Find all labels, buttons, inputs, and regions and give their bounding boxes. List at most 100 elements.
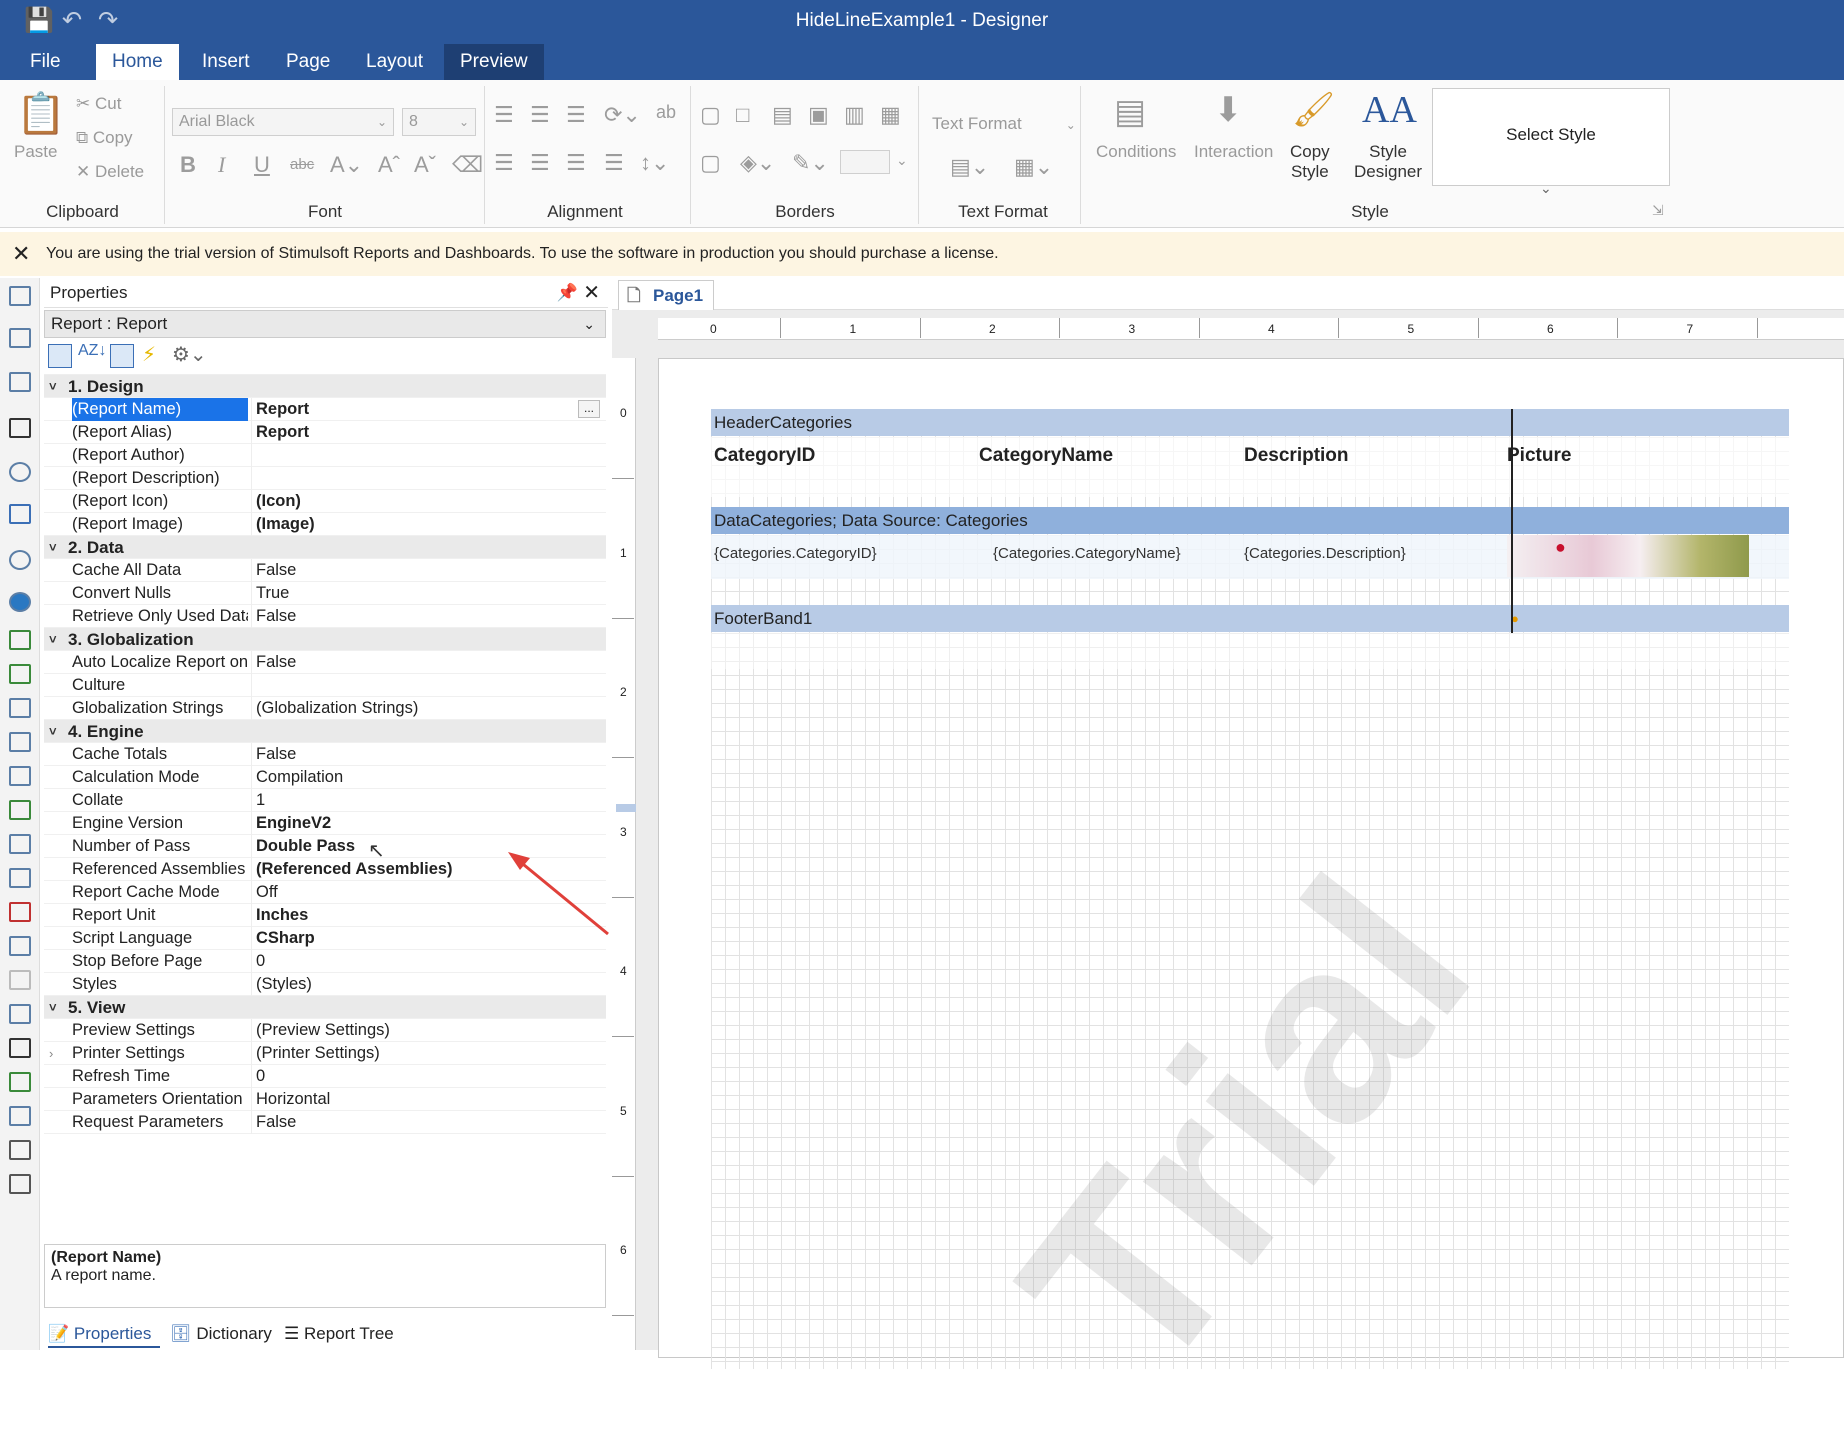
property-value[interactable]: False [251, 605, 606, 628]
interaction-button[interactable]: Interaction [1194, 142, 1273, 162]
eraser-icon[interactable]: ⌫ [452, 152, 483, 178]
data-cell-categoryname[interactable]: {Categories.CategoryName} [993, 545, 1181, 562]
shadow-icon[interactable]: ▢ [700, 150, 721, 176]
property-value[interactable]: (Globalization Strings) [251, 697, 606, 720]
data-cell-categoryid[interactable]: {Categories.CategoryID} [714, 545, 877, 562]
format-icon[interactable]: ▤⌄ [950, 154, 989, 180]
border-color-icon[interactable]: ✎⌄ [792, 150, 829, 176]
property-value[interactable]: (Printer Settings) [251, 1042, 606, 1065]
property-row[interactable]: Preview Settings (Preview Settings) [44, 1019, 606, 1042]
column-header-categoryid[interactable]: CategoryID [714, 445, 815, 467]
property-value[interactable] [251, 444, 606, 467]
property-row[interactable]: Auto Localize Report on False [44, 651, 606, 674]
rotate-icon[interactable]: ⟳⌄ [604, 102, 641, 128]
align-middle-icon[interactable]: ☰ [530, 102, 550, 128]
report-page[interactable]: HeaderCategories CategoryID CategoryName… [658, 358, 1844, 1428]
property-row[interactable]: (Report Description) [44, 467, 606, 490]
tab-insert[interactable]: Insert [186, 44, 266, 80]
math-formula-icon[interactable] [9, 1140, 31, 1160]
subreport-tool-icon[interactable] [9, 1072, 31, 1092]
property-category[interactable]: ˅ 2. Data [44, 536, 606, 559]
categorized-icon[interactable] [48, 344, 72, 368]
events-icon[interactable]: ⚡ [142, 342, 156, 367]
dialog-launcher-icon[interactable]: ⇲ [1652, 202, 1664, 219]
clone-tool-icon[interactable] [9, 1004, 31, 1024]
font-color-icon[interactable]: A⌄ [330, 152, 363, 178]
border-style-combo[interactable] [840, 150, 890, 174]
column-header-categoryname[interactable]: CategoryName [979, 445, 1113, 467]
header-band[interactable]: HeaderCategories [711, 409, 1789, 436]
top-border-icon[interactable]: ▤ [772, 102, 793, 128]
checkbox-tool-icon[interactable] [9, 1038, 31, 1058]
tab-home[interactable]: Home [96, 44, 179, 80]
header-band-icon[interactable] [9, 698, 31, 718]
cross-band-tool-icon[interactable] [9, 328, 31, 348]
underline-icon[interactable]: U [254, 152, 270, 178]
property-value[interactable] [251, 674, 606, 697]
tools-icon[interactable] [9, 1174, 31, 1194]
header-band-body[interactable]: CategoryID CategoryName Description Pict… [711, 437, 1789, 497]
align-right-icon[interactable]: ☰ [566, 150, 586, 176]
property-row[interactable]: Styles (Styles) [44, 973, 606, 996]
property-row[interactable]: Convert Nulls True [44, 582, 606, 605]
align-bottom-icon[interactable]: ☰ [566, 102, 586, 128]
picture-image[interactable]: ● [1507, 535, 1749, 577]
property-row[interactable]: Retrieve Only Used Data False [44, 605, 606, 628]
shrink-font-icon[interactable]: Aˇ [414, 152, 436, 178]
property-row[interactable]: (Report Alias) Report [44, 421, 606, 444]
property-value[interactable] [251, 467, 606, 490]
property-value[interactable]: 0 [251, 1065, 606, 1088]
close-icon[interactable]: ✕ [583, 278, 600, 308]
bottom-border-icon[interactable]: ▥ [844, 102, 865, 128]
page-header-band-icon[interactable] [9, 664, 31, 684]
property-row[interactable]: Engine Version EngineV2 [44, 812, 606, 835]
all-borders-icon[interactable]: ▢ [700, 102, 721, 128]
gauge-tool-icon[interactable] [9, 550, 31, 570]
close-icon[interactable]: ✕ [12, 232, 30, 276]
property-value[interactable]: (Preview Settings) [251, 1019, 606, 1042]
tab-properties[interactable]: 📝 Properties [48, 1320, 160, 1348]
left-border-icon[interactable]: ▣ [808, 102, 829, 128]
copy-style-button[interactable]: Copy Style [1290, 142, 1330, 182]
text-box-tool-icon[interactable] [9, 902, 31, 922]
property-value[interactable]: Report [251, 421, 606, 444]
paste-button[interactable]: Paste [14, 142, 57, 162]
table-tool-icon[interactable] [9, 1106, 31, 1126]
select-style-gallery[interactable]: Select Style [1432, 88, 1670, 186]
object-selector[interactable]: Report : Report ⌄ [44, 310, 606, 338]
line-spacing-icon[interactable]: ↕⌄ [640, 150, 669, 176]
tab-page[interactable]: Page [270, 44, 346, 80]
text-tool-icon[interactable] [9, 372, 31, 392]
fill-color-icon[interactable]: ◈⌄ [740, 150, 775, 176]
property-category[interactable]: ˅ 3. Globalization [44, 628, 606, 651]
property-value[interactable]: Compilation [251, 766, 606, 789]
no-border-icon[interactable]: □ [736, 102, 749, 128]
ellipsis-button[interactable]: ... [578, 400, 600, 418]
tab-dictionary[interactable]: 🗄 Dictionary [170, 1320, 272, 1348]
property-pages-icon[interactable] [110, 344, 134, 368]
property-row[interactable]: Request Parameters False [44, 1111, 606, 1134]
property-row[interactable]: Globalization Strings (Globalization Stri… [44, 697, 606, 720]
settings-gear-icon[interactable]: ⚙⌄ [172, 342, 207, 367]
footer-band[interactable]: FooterBand1 ● [711, 605, 1789, 632]
report-title-band-icon[interactable] [9, 630, 31, 650]
column-header-picture[interactable]: Picture [1507, 445, 1571, 467]
font-size-combo[interactable]: 8 ⌄ [402, 108, 476, 136]
wordwrap-icon[interactable]: ab [656, 102, 676, 123]
bold-icon[interactable]: B [180, 152, 196, 178]
justify-icon[interactable]: ☰ [604, 150, 624, 176]
property-category[interactable]: ˅ 5. View [44, 996, 606, 1019]
shape-tool-icon[interactable] [9, 462, 31, 482]
chart-tool-icon[interactable] [9, 504, 31, 524]
band-tool-icon[interactable] [9, 286, 31, 306]
data-band[interactable]: DataCategories; Data Source: Categories [711, 507, 1789, 534]
chevron-down-icon[interactable]: ˅ [49, 720, 57, 743]
tab-page1[interactable]: 🗋 Page1 [618, 280, 715, 310]
align-top-icon[interactable]: ☰ [494, 102, 514, 128]
font-name-combo[interactable]: Arial Black ⌄ [172, 108, 394, 136]
right-border-icon[interactable]: ▦ [880, 102, 901, 128]
property-value[interactable]: Horizontal [251, 1088, 606, 1111]
tab-preview[interactable]: Preview [444, 44, 544, 80]
property-row[interactable]: (Report Name) Report... [44, 398, 606, 421]
property-category[interactable]: ˅ 1. Design [44, 375, 606, 398]
